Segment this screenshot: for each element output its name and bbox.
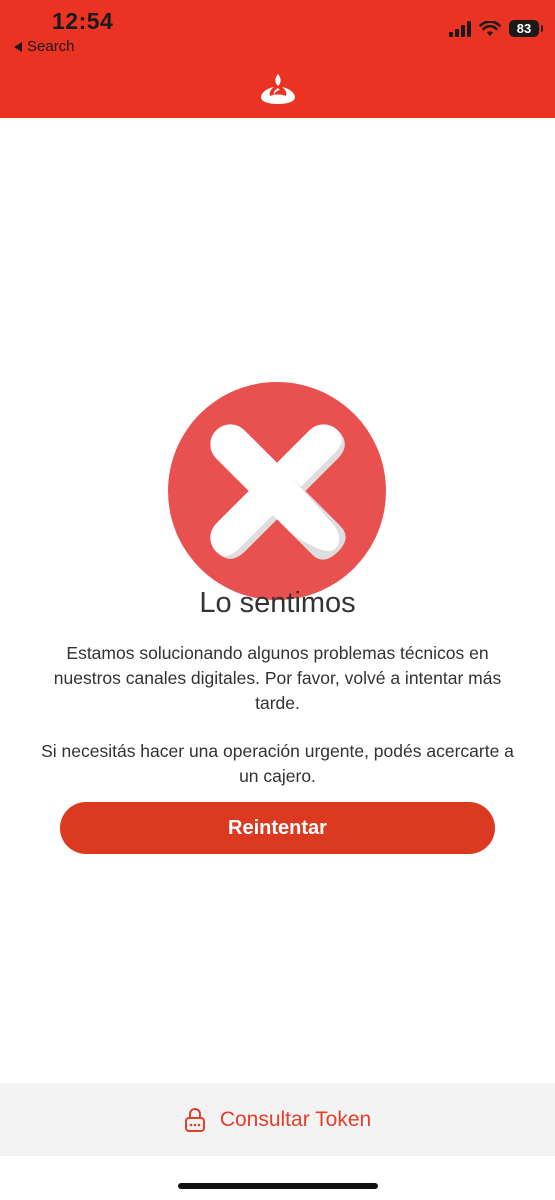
back-label: Search <box>27 38 75 55</box>
back-to-search-button[interactable]: Search <box>14 38 75 55</box>
error-message: Estamos solucionando algunos problemas t… <box>53 643 502 713</box>
error-title: Lo sentimos <box>199 587 356 619</box>
santander-flame-icon <box>261 74 295 104</box>
status-time: 12:54 <box>52 8 114 34</box>
status-indicators: 83 <box>449 20 543 37</box>
battery-indicator: 83 <box>509 20 543 37</box>
wifi-icon <box>479 20 501 36</box>
home-indicator <box>178 1183 378 1189</box>
app-header: 12:54 Search 83 <box>0 0 555 118</box>
error-x-circle-icon <box>168 382 386 600</box>
consultar-token-label: Consultar Token <box>219 1107 372 1131</box>
cellular-signal-icon <box>449 20 471 37</box>
retry-button[interactable]: Reintentar <box>60 802 495 854</box>
back-arrow-icon <box>14 41 22 52</box>
lock-token-icon <box>184 1107 205 1132</box>
error-help-message: Si necesitás hacer una operación urgente… <box>41 741 514 786</box>
consultar-token-button[interactable]: Consultar Token <box>0 1083 555 1156</box>
